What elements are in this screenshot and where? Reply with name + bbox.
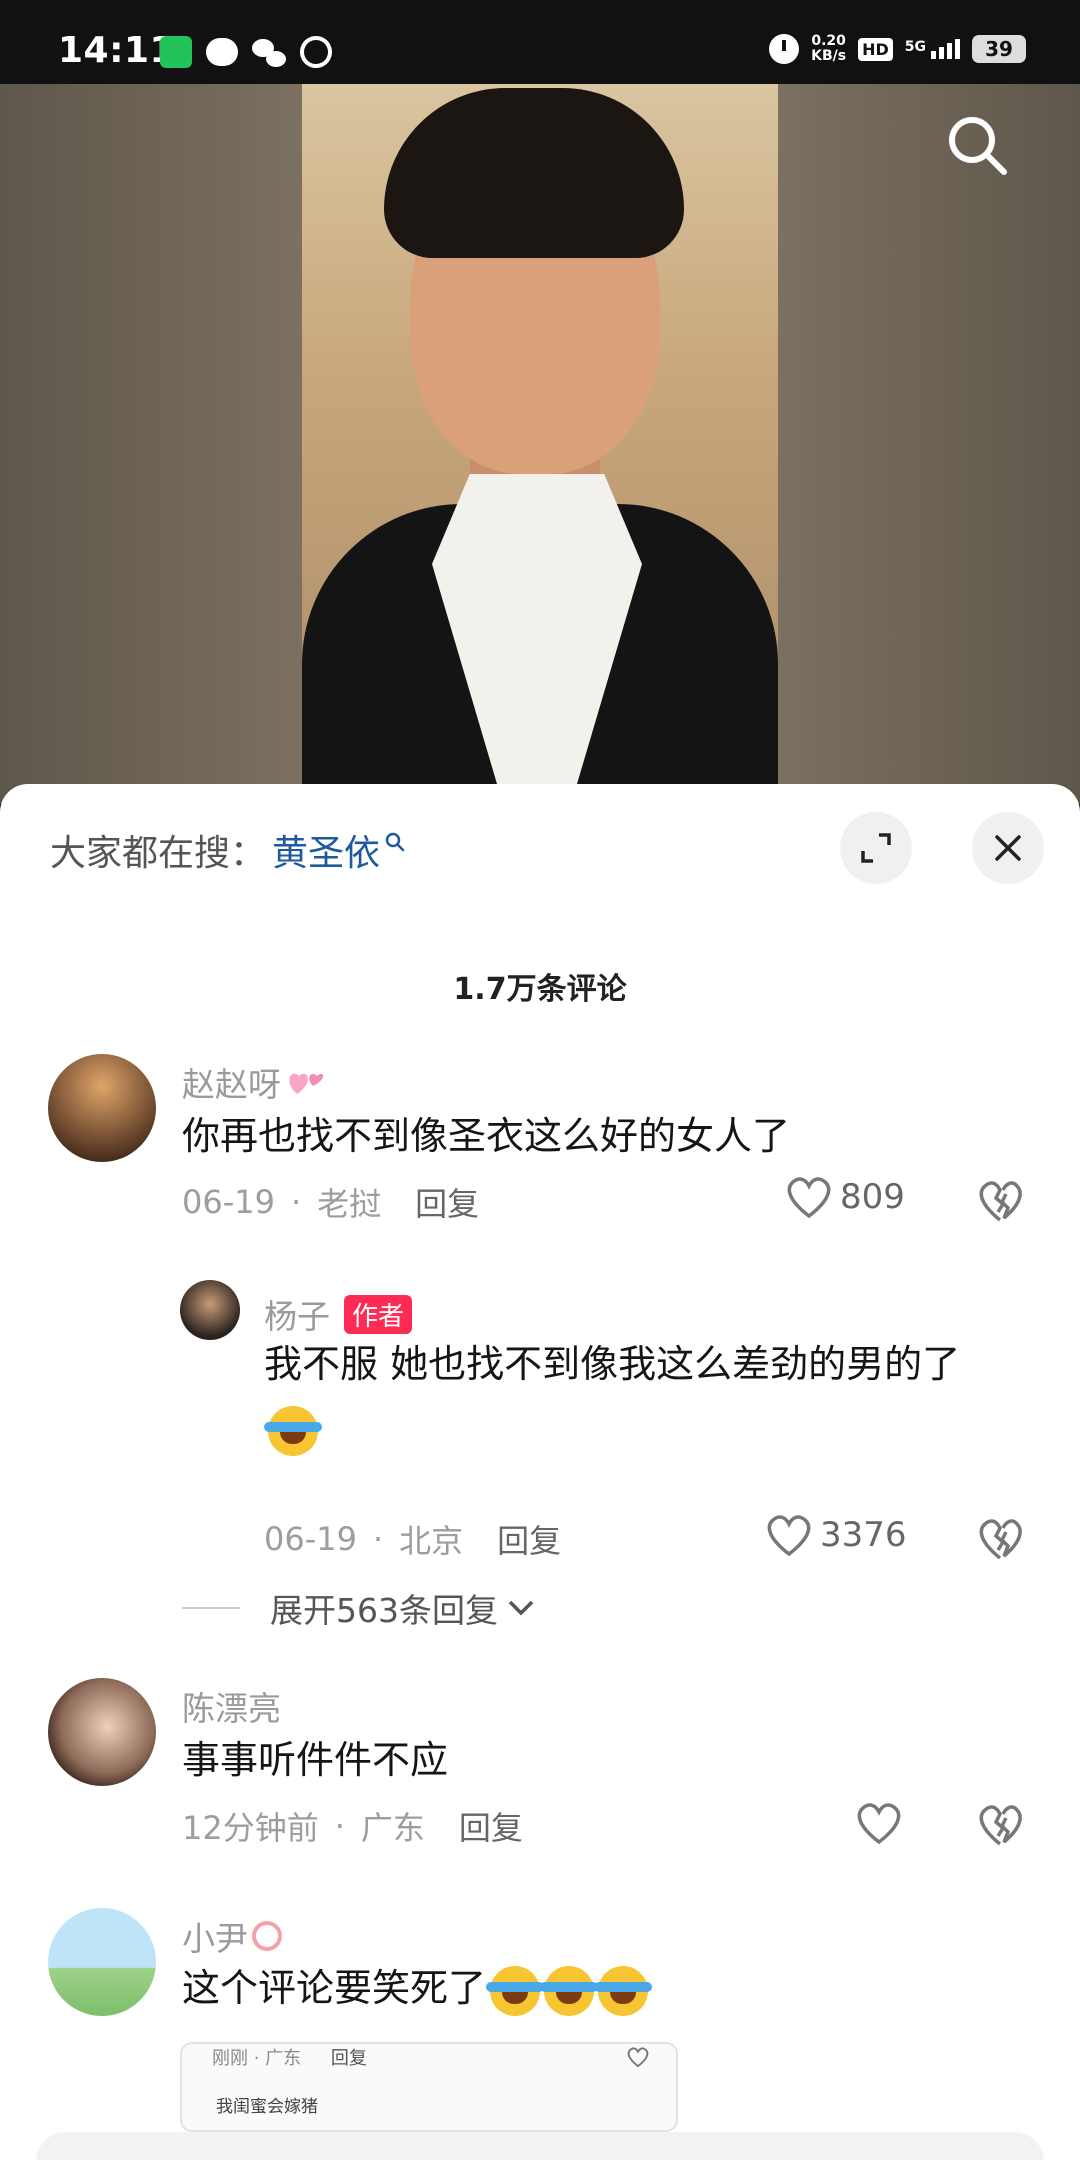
reply-location: 北京 [399,1522,464,1560]
speed-unit: KB/s [811,48,847,64]
status-bar: 14:11 0.20 KB/s HD 5G 39 [0,0,1080,84]
expand-replies-button[interactable]: 展开563条回复 [182,1584,536,1632]
author-badge: 作者 [344,1294,413,1334]
comment-item: 赵赵呀 你再也找不到像圣衣这么好的女人了 06-19 · 老挝 回复 809 [0,1054,1080,1223]
hot-search-keyword[interactable]: 黄圣依 [272,824,380,876]
avatar[interactable] [48,1908,156,2016]
comment-meta: 12分钟前 · 广东 回复 [182,1803,523,1849]
like-button[interactable]: 3376 [764,1512,907,1558]
embed-meta: 刚刚 · 广东 回复 [212,2048,367,2069]
reply-meta: 06-19 · 北京 回复 [264,1516,561,1562]
like-button[interactable]: 809 [784,1174,905,1220]
hearts-emoji-icon [289,1073,324,1094]
link-icon [294,30,338,74]
laugh-cry-emoji-icon [486,1965,545,2016]
comment-input[interactable] [36,2132,1044,2160]
comment-username[interactable]: 陈漂亮 [182,1682,281,1730]
network-speed: 0.20 KB/s [811,34,846,64]
signal-icon: 5G [905,39,960,59]
like-count: 3376 [820,1515,907,1555]
reply-button[interactable]: 回复 [497,1516,561,1562]
heart-icon [787,1177,831,1219]
laugh-cry-emoji-icon [264,1405,322,1456]
status-right: 0.20 KB/s HD 5G 39 [769,34,1026,64]
chevron-down-icon [508,1600,534,1616]
message-icon [206,38,238,66]
broken-heart-icon[interactable] [976,1516,1024,1562]
embed-text: 我闺蜜会嫁猪 [216,2097,318,2117]
laugh-cry-emoji-icon [594,1965,653,2016]
comment-date: 06-19 [182,1183,275,1221]
notification-icons [160,30,338,74]
comment-text: 这个评论要笑死了 [182,1956,653,2020]
close-button[interactable] [972,812,1044,884]
comment-meta: 06-19 · 老挝 回复 [182,1179,479,1225]
comment-text: 事事听件件不应 [182,1738,449,1782]
avatar[interactable] [48,1678,156,1786]
like-count: 809 [840,1177,905,1217]
comment-username[interactable]: 赵赵呀 [182,1058,325,1106]
hd-badge: HD [858,37,893,61]
reply-item: 杨子 作者 我不服 她也找不到像我这么差劲的男的了 06-19 · 北京 回复 … [0,1280,1080,1570]
expand-button[interactable] [840,812,912,884]
reply-button[interactable]: 回复 [415,1179,479,1225]
search-icon[interactable] [944,112,1010,178]
reply-button[interactable]: 回复 [459,1803,523,1849]
wechat-icon [252,37,286,67]
alarm-icon [769,34,800,64]
comment-location: 老挝 [317,1185,382,1223]
expand-icon [861,833,891,863]
battery-icon: 39 [972,35,1026,63]
video-blur-left [0,84,302,804]
comment-date: 12分钟前 [182,1809,319,1847]
broken-heart-icon[interactable] [976,1802,1024,1848]
search-icon [385,832,405,852]
expand-replies-label: 展开563条回复 [270,1591,498,1630]
close-icon [995,835,1021,861]
reply-text: 我不服 她也找不到像我这么差劲的男的了 [264,1332,1024,1460]
heart-icon [627,2047,649,2068]
video-blur-right [778,84,1080,804]
avatar[interactable] [48,1054,156,1162]
reply-username[interactable]: 杨子 作者 [264,1290,413,1338]
comment-item: 陈漂亮 事事听件件不应 12分钟前 · 广东 回复 [0,1678,1080,1847]
comment-count: 1.7万条评论 [453,972,627,1007]
comment-text: 你再也找不到像圣衣这么好的女人了 [182,1114,791,1158]
hot-search-prefix: 大家都在搜： [50,833,267,874]
network-type: 5G [904,39,926,55]
comment-image[interactable]: 刚刚 · 广东 回复 我闺蜜会嫁猪 [180,2042,678,2132]
speed-value: 0.20 [811,33,846,49]
lollipop-emoji-icon [252,1921,282,1951]
hot-search-banner[interactable]: 大家都在搜： 黄圣依 [50,824,406,876]
avatar[interactable] [180,1280,240,1340]
video-player[interactable] [0,84,1080,804]
laugh-cry-emoji-icon [540,1965,599,2016]
heart-icon[interactable] [854,1800,904,1846]
video-frame [302,84,778,804]
comment-sheet: 大家都在搜： 黄圣依 1.7万条评论 赵赵呀 你再也找不到像圣衣这么好的女人了 [0,784,1080,2160]
comment-item: 小尹 这个评论要笑死了 [0,1908,1080,2048]
comment-username[interactable]: 小尹 [182,1912,282,1960]
status-time: 14:11 [58,30,176,71]
comment-location: 广东 [360,1809,425,1847]
heart-icon [767,1515,811,1557]
reply-date: 06-19 [264,1520,357,1558]
iqiyi-icon [160,36,192,68]
broken-heart-icon[interactable] [976,1178,1024,1224]
